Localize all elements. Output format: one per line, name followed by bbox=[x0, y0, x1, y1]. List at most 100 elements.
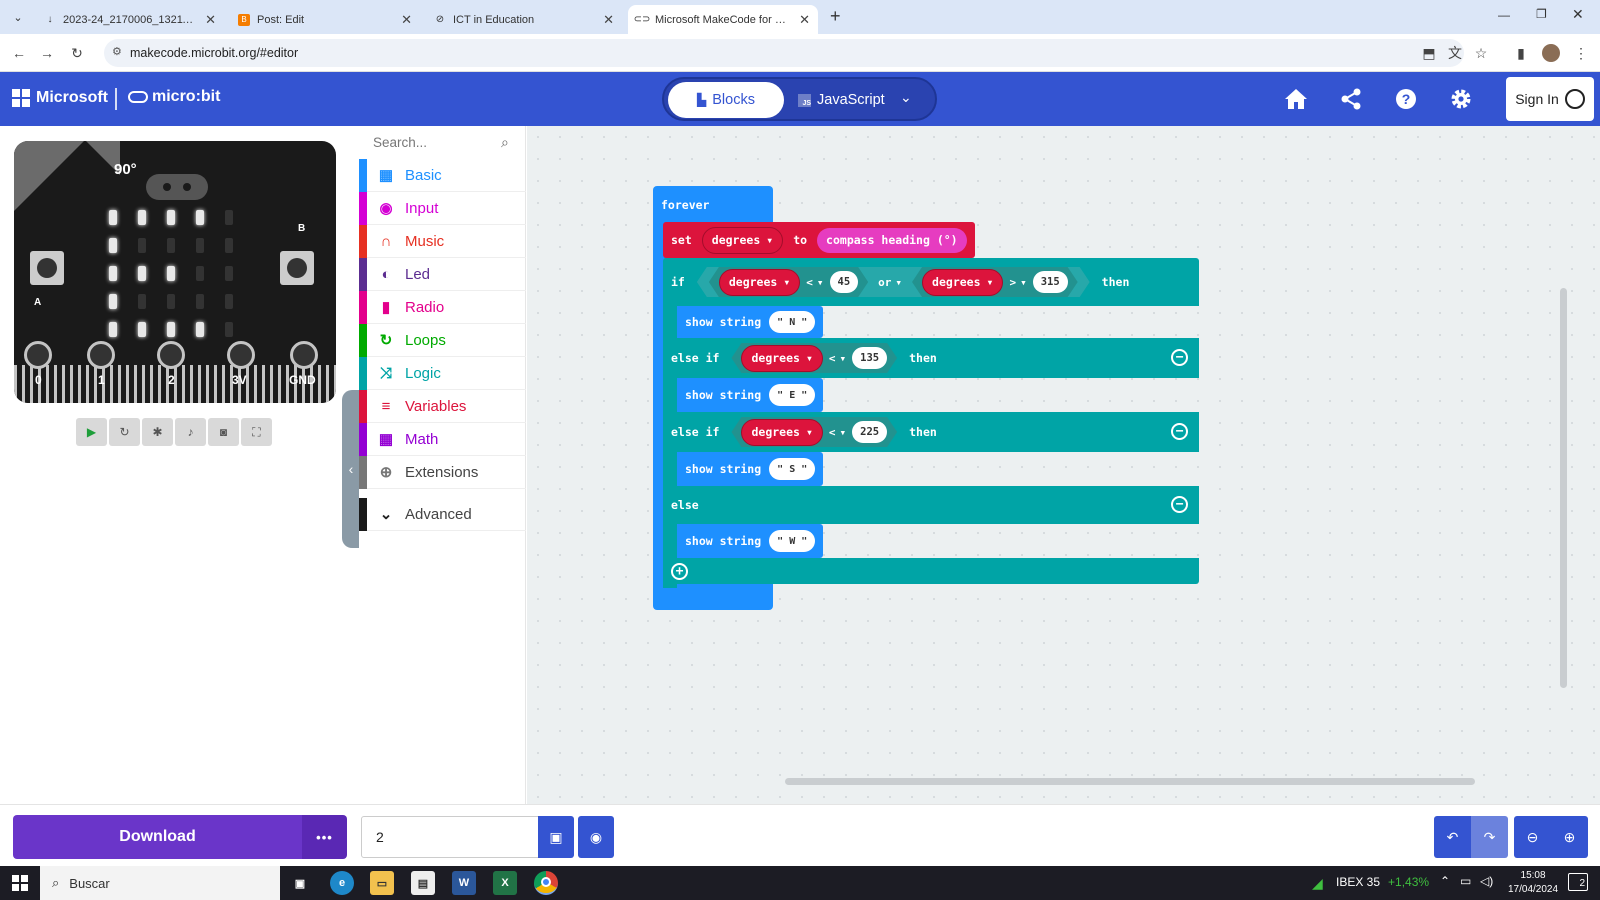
remove-else-icon[interactable]: − bbox=[1171, 496, 1188, 513]
pin-0[interactable] bbox=[24, 341, 52, 369]
share-icon[interactable] bbox=[1337, 85, 1365, 113]
string-input-e[interactable]: " E " bbox=[769, 384, 816, 406]
install-app-icon[interactable]: ⬒ bbox=[1418, 42, 1440, 64]
browser-tab-download[interactable]: ↓ 2023-24_2170006_132115_1772 ✕ bbox=[36, 5, 224, 34]
pin-gnd[interactable] bbox=[290, 341, 318, 369]
forward-icon[interactable]: → bbox=[36, 42, 58, 64]
word-icon[interactable]: W bbox=[452, 871, 476, 895]
microsoft-logo[interactable]: Microsoft bbox=[12, 89, 108, 107]
debug-icon[interactable]: ✱ bbox=[142, 418, 173, 446]
degrees-variable-dropdown[interactable]: degrees ▾ bbox=[701, 226, 784, 254]
or-dropdown[interactable]: or ▾ bbox=[878, 276, 902, 289]
toolbox-category-variables[interactable]: ≡ Variables bbox=[359, 389, 526, 423]
button-a[interactable] bbox=[30, 251, 64, 285]
if-row[interactable]: if degrees ▾ < ▾ 45 or ▾ degrees ▾ > ▾ 315 th… bbox=[663, 258, 1199, 306]
javascript-tab-button[interactable]: JS JavaScript bbox=[794, 82, 894, 118]
toolbox-category-led[interactable]: ◐ Led bbox=[359, 257, 526, 291]
browser-menu-icon[interactable]: ⋮ bbox=[1570, 42, 1592, 64]
sign-in-button[interactable]: Sign In bbox=[1506, 77, 1594, 121]
horizontal-scrollbar[interactable] bbox=[785, 778, 1475, 785]
github-button[interactable]: ◉ bbox=[578, 816, 614, 858]
microbit-logo[interactable]: micro:bit bbox=[128, 88, 220, 106]
side-panel-icon[interactable]: ▮ bbox=[1510, 42, 1532, 64]
pin-1[interactable] bbox=[87, 341, 115, 369]
close-tab-icon[interactable]: ✕ bbox=[401, 12, 412, 28]
pin-3v[interactable] bbox=[227, 341, 255, 369]
editor-dropdown-chevron-icon[interactable]: ⌄ bbox=[900, 89, 912, 106]
toolbox-category-input[interactable]: ◉ Input bbox=[359, 191, 526, 225]
download-more-button[interactable]: ••• bbox=[302, 815, 347, 859]
number-input-315[interactable]: 315 bbox=[1033, 271, 1068, 293]
vertical-scrollbar[interactable] bbox=[1560, 288, 1567, 688]
site-info-icon[interactable]: ⚙ bbox=[112, 45, 122, 58]
blocks-workspace[interactable]: forever set degrees ▾ to compass heading … bbox=[527, 126, 1600, 804]
taskbar-search-box[interactable]: ⌕ Buscar bbox=[40, 866, 280, 900]
close-tab-icon[interactable]: ✕ bbox=[603, 12, 614, 28]
save-project-button[interactable]: ▣ bbox=[538, 816, 574, 858]
home-icon[interactable] bbox=[1282, 85, 1310, 113]
back-icon[interactable]: ← bbox=[8, 42, 30, 64]
pin-2[interactable] bbox=[157, 341, 185, 369]
close-tab-icon[interactable]: ✕ bbox=[205, 12, 216, 28]
button-b[interactable] bbox=[280, 251, 314, 285]
operator-dropdown[interactable]: < ▾ bbox=[829, 352, 846, 365]
browser-tab-ict[interactable]: ⊘ ICT in Education ✕ bbox=[426, 5, 622, 34]
toolbox-category-advanced[interactable]: ⌄ Advanced bbox=[359, 497, 526, 531]
zoom-in-button[interactable]: ⊕ bbox=[1551, 816, 1588, 858]
volume-icon[interactable]: ◁) bbox=[1480, 874, 1493, 888]
fullscreen-icon[interactable]: ⛶ bbox=[241, 418, 272, 446]
toolbox-category-basic[interactable]: ▦ Basic bbox=[359, 158, 526, 192]
minimize-window-icon[interactable]: — bbox=[1498, 8, 1510, 22]
start-button[interactable] bbox=[12, 875, 28, 891]
remove-else-if-icon[interactable]: − bbox=[1171, 349, 1188, 366]
search-icon[interactable]: ⌕ bbox=[501, 134, 509, 151]
compare-block-gt-315[interactable]: degrees ▾ > ▾ 315 bbox=[912, 267, 1078, 297]
help-icon[interactable]: ? bbox=[1392, 85, 1420, 113]
add-else-if-icon[interactable]: + bbox=[671, 562, 688, 580]
toolbox-category-logic[interactable]: ⤨ Logic bbox=[359, 356, 526, 390]
degrees-variable-dropdown[interactable]: degrees ▾ bbox=[922, 269, 1003, 296]
excel-icon[interactable]: X bbox=[493, 871, 517, 895]
set-variable-block[interactable]: set degrees ▾ to compass heading (°) bbox=[663, 222, 975, 258]
blocks-tab-button[interactable]: ▙ Blocks bbox=[668, 82, 784, 118]
microbit-simulator-board[interactable]: 90° A B 0 1 2 3V GND bbox=[14, 141, 336, 403]
toolbox-category-loops[interactable]: ↻ Loops bbox=[359, 323, 526, 357]
degrees-variable-dropdown[interactable]: degrees ▾ bbox=[719, 269, 800, 296]
network-icon[interactable]: ▭ bbox=[1460, 874, 1471, 888]
url-field[interactable]: ⚙ makecode.microbit.org/#editor bbox=[104, 39, 1464, 67]
show-string-block-n[interactable]: show string " N " bbox=[677, 306, 824, 338]
restore-window-icon[interactable]: ❐ bbox=[1536, 7, 1547, 21]
or-block[interactable]: degrees ▾ < ▾ 45 or ▾ degrees ▾ > ▾ 315 bbox=[697, 267, 1090, 297]
number-input-45[interactable]: 45 bbox=[830, 271, 859, 293]
edge-icon[interactable]: e bbox=[330, 871, 354, 895]
new-tab-button[interactable]: + bbox=[830, 6, 841, 27]
settings-gear-icon[interactable] bbox=[1447, 85, 1475, 113]
operator-dropdown[interactable]: < ▾ bbox=[806, 276, 823, 289]
else-row[interactable]: else − bbox=[663, 486, 1199, 524]
operator-dropdown[interactable]: > ▾ bbox=[1009, 276, 1026, 289]
restart-icon[interactable]: ↻ bbox=[109, 418, 140, 446]
show-string-block-e[interactable]: show string " E " bbox=[677, 378, 824, 412]
operator-dropdown[interactable]: < ▾ bbox=[829, 426, 846, 439]
remove-else-if-icon[interactable]: − bbox=[1171, 423, 1188, 440]
download-button[interactable]: Download bbox=[13, 815, 302, 859]
play-icon[interactable]: ▶ bbox=[76, 418, 107, 446]
string-input-n[interactable]: " N " bbox=[769, 311, 816, 333]
reload-icon[interactable]: ↻ bbox=[66, 42, 88, 64]
number-input-225[interactable]: 225 bbox=[852, 421, 887, 443]
task-view-icon[interactable]: ▣ bbox=[288, 871, 312, 895]
compare-block-lt-45[interactable]: degrees ▾ < ▾ 45 bbox=[709, 267, 868, 297]
degrees-variable-dropdown[interactable]: degrees ▾ bbox=[741, 345, 822, 372]
notifications-icon[interactable]: 2 bbox=[1568, 873, 1588, 891]
undo-button[interactable]: ↶ bbox=[1434, 816, 1471, 858]
else-if-row-225[interactable]: else if degrees ▾ < ▾ 225 then − bbox=[663, 412, 1199, 452]
degrees-variable-dropdown[interactable]: degrees ▾ bbox=[741, 419, 822, 446]
string-input-w[interactable]: " W " bbox=[769, 530, 816, 552]
translate-icon[interactable]: 文 bbox=[1444, 42, 1466, 64]
compare-block-lt-225[interactable]: degrees ▾ < ▾ 225 bbox=[731, 417, 897, 447]
string-input-s[interactable]: " S " bbox=[769, 458, 816, 480]
show-hidden-icons[interactable]: ⌃ bbox=[1440, 874, 1450, 888]
toolbox-category-math[interactable]: ▦ Math bbox=[359, 422, 526, 456]
collapse-simulator-button[interactable]: ‹ bbox=[342, 390, 360, 548]
profile-avatar[interactable] bbox=[1540, 42, 1562, 64]
